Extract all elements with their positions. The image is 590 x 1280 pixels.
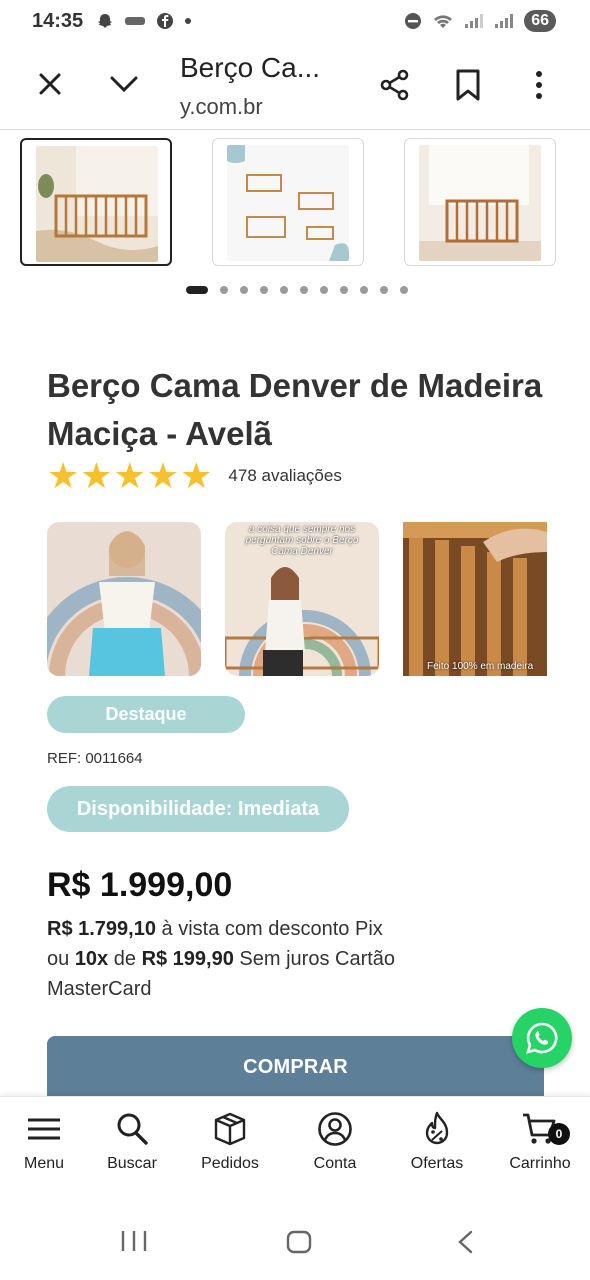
- page-url: y.com.br: [180, 94, 263, 119]
- signal-icon: [465, 14, 484, 28]
- system-icons: 66: [404, 10, 556, 32]
- user-icon: [318, 1112, 352, 1146]
- chevron-down-icon[interactable]: [108, 72, 140, 96]
- box-icon: [214, 1112, 246, 1146]
- nav-menu[interactable]: Menu: [0, 1111, 94, 1173]
- recent-apps-icon[interactable]: [120, 1230, 148, 1252]
- pagination-dot[interactable]: [360, 286, 368, 294]
- product-price: R$ 1.999,00: [47, 866, 233, 904]
- highlight-badge: Destaque: [47, 696, 245, 733]
- gallery-thumbnail-1[interactable]: [20, 138, 172, 266]
- crib-photo-window: [419, 145, 541, 261]
- reviews-count[interactable]: 478 avaliações: [228, 466, 341, 486]
- pagination-dot-active[interactable]: [186, 286, 208, 294]
- nav-label: Conta: [313, 1155, 357, 1172]
- bookmark-icon[interactable]: [454, 68, 482, 102]
- more-notifications-dot: [185, 18, 191, 24]
- pagination-dot[interactable]: [260, 286, 268, 294]
- video-thumbnail-2[interactable]: a coisa que sempre nos perguntam sobre o…: [225, 522, 379, 676]
- pagination-dot[interactable]: [240, 286, 248, 294]
- installments-count: 10x: [74, 948, 109, 970]
- crib-configurations-diagram: [227, 145, 349, 261]
- wifi-icon: [434, 15, 453, 28]
- star-rating: ★ ★ ★ ★ ★: [47, 458, 212, 494]
- star-icon: ★: [47, 455, 80, 496]
- nav-account[interactable]: Conta: [285, 1111, 385, 1173]
- nav-orders[interactable]: Pedidos: [180, 1111, 280, 1173]
- video-thumbnail-3[interactable]: Feito 100% em madeira: [403, 522, 547, 676]
- nav-search[interactable]: Buscar: [82, 1111, 182, 1173]
- nav-label: Pedidos: [201, 1155, 259, 1172]
- video-caption: a coisa que sempre nos perguntam sobre o…: [245, 524, 359, 557]
- product-rating[interactable]: ★ ★ ★ ★ ★ 478 avaliações: [47, 458, 342, 494]
- nav-cart[interactable]: 0 Carrinho: [490, 1111, 590, 1173]
- crib-photo-room: [36, 146, 158, 262]
- system-navigation-bar: [0, 1196, 590, 1280]
- gallery-thumbnail-2[interactable]: [212, 138, 364, 266]
- nav-label: Carrinho: [509, 1155, 571, 1172]
- status-time: 14:35: [32, 10, 84, 32]
- whatsapp-button[interactable]: [512, 1008, 572, 1068]
- pagination-dot[interactable]: [320, 286, 328, 294]
- nav-label: Buscar: [107, 1155, 157, 1172]
- pix-text: à vista com desconto Pix: [161, 918, 383, 940]
- notification-icons: [96, 12, 192, 30]
- battery-level: 66: [524, 10, 556, 32]
- video-reviews: a coisa que sempre nos perguntam sobre o…: [47, 522, 547, 676]
- video-crib-closeup: [403, 522, 547, 676]
- close-icon[interactable]: [36, 70, 64, 98]
- bottom-navigation: Menu Buscar Pedidos Conta Ofertas 0 Carr…: [0, 1096, 590, 1196]
- home-icon[interactable]: [286, 1230, 312, 1254]
- nav-offers[interactable]: Ofertas: [387, 1111, 487, 1173]
- product-gallery: [20, 138, 590, 268]
- discount-flame-icon: [425, 1111, 449, 1145]
- page-title: Berço Ca...: [180, 52, 321, 83]
- video-woman-rainbow: [47, 522, 201, 676]
- facebook-icon: [157, 13, 173, 29]
- gallery-pagination: [186, 286, 408, 294]
- installments-prefix: ou: [47, 948, 70, 970]
- app-notification-icon: [125, 17, 145, 25]
- installment-value: R$ 199,90: [141, 948, 234, 970]
- video-caption: Feito 100% em madeira: [427, 661, 534, 672]
- snapchat-icon: [98, 14, 112, 28]
- nav-label: Menu: [23, 1155, 65, 1172]
- buy-button[interactable]: COMPRAR: [47, 1036, 544, 1096]
- do-not-disturb-icon: [405, 13, 422, 29]
- cart-count-badge: 0: [548, 1123, 570, 1145]
- pagination-dot[interactable]: [220, 286, 228, 294]
- pix-price: R$ 1.799,10: [47, 918, 156, 940]
- gallery-thumbnail-3[interactable]: [404, 138, 556, 266]
- nav-label: Ofertas: [410, 1155, 464, 1172]
- share-icon[interactable]: [378, 68, 412, 102]
- availability-badge: Disponibilidade: Imediata: [47, 786, 349, 832]
- whatsapp-icon: [526, 1022, 558, 1054]
- search-icon: [117, 1113, 148, 1145]
- pagination-dot[interactable]: [340, 286, 348, 294]
- star-icon: ★: [180, 455, 213, 496]
- pagination-dot[interactable]: [380, 286, 388, 294]
- installments-de: de: [113, 948, 136, 970]
- product-title: Berço Cama Denver de Madeira Maciça - Av…: [47, 367, 543, 452]
- back-icon[interactable]: [456, 1230, 474, 1254]
- payment-info: R$ 1.799,10 à vista com desconto Pix ou …: [47, 914, 477, 1004]
- star-icon: ★: [80, 455, 113, 496]
- browser-toolbar: Berço Ca... y.com.br: [0, 44, 590, 130]
- pagination-dot[interactable]: [400, 286, 408, 294]
- product-ref: REF: 0011664: [47, 750, 143, 767]
- signal-icon-2: [495, 14, 514, 28]
- menu-icon: [28, 1118, 60, 1140]
- pagination-dot[interactable]: [280, 286, 288, 294]
- pagination-dot[interactable]: [300, 286, 308, 294]
- star-icon: ★: [113, 455, 146, 496]
- star-icon: ★: [146, 455, 180, 496]
- more-options-icon[interactable]: [532, 68, 546, 102]
- video-thumbnail-1[interactable]: [47, 522, 201, 676]
- status-bar: 14:35 66: [0, 0, 590, 44]
